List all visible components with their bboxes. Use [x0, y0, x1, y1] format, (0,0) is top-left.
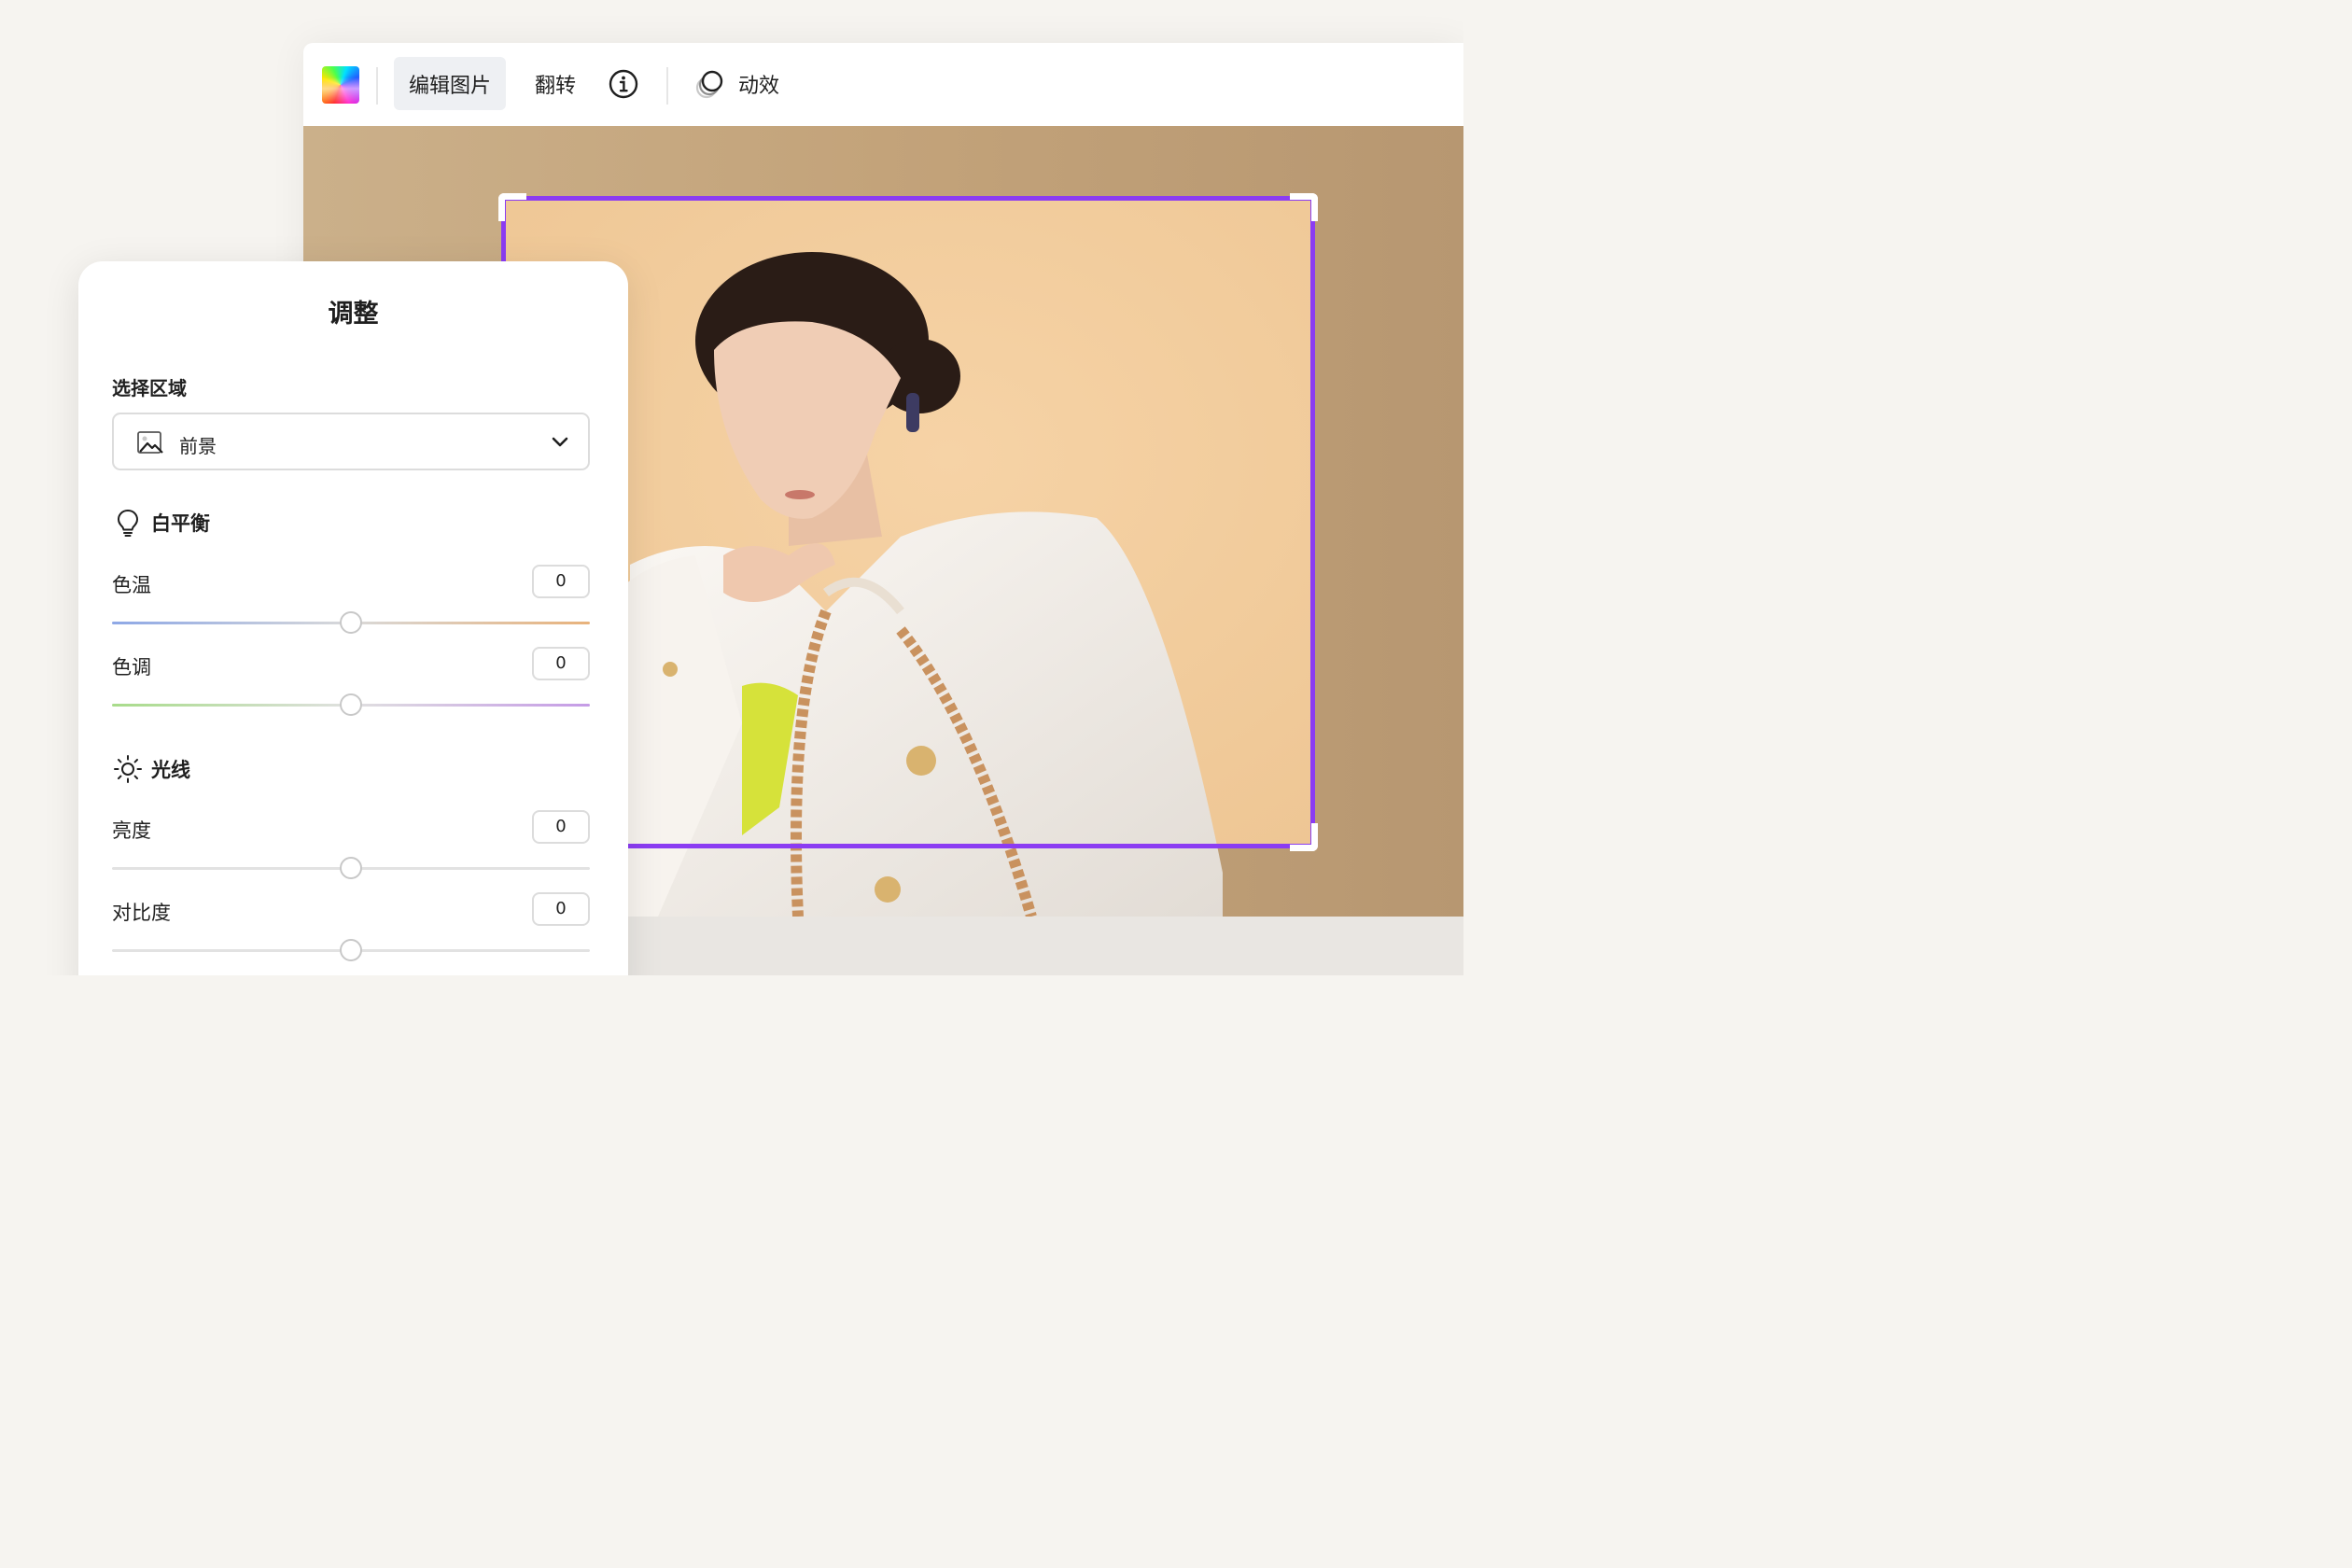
- light-header: 光线: [112, 750, 190, 788]
- color-swatch-icon[interactable]: [322, 66, 359, 104]
- white-balance-header: 白平衡: [112, 504, 210, 541]
- toolbar: 编辑图片 翻转 动效: [303, 43, 1463, 126]
- region-label: 选择区域: [112, 377, 187, 399]
- tint-input[interactable]: 0: [532, 647, 590, 680]
- contrast-label: 对比度: [112, 902, 171, 924]
- sun-icon: [114, 755, 142, 783]
- lightbulb-icon: [117, 509, 139, 537]
- brightness-input[interactable]: 0: [532, 810, 590, 844]
- effects-button[interactable]: 动效: [693, 57, 796, 110]
- edit-image-label: 编辑图片: [408, 74, 491, 98]
- crop-handle-top-right[interactable]: [1290, 193, 1318, 221]
- flip-label: 翻转: [534, 74, 576, 98]
- contrast-slider[interactable]: [112, 939, 590, 961]
- contrast-input[interactable]: 0: [532, 892, 590, 926]
- region-select[interactable]: 前景: [112, 413, 590, 470]
- slider-thumb[interactable]: [340, 939, 362, 961]
- adjust-panel: 调整 选择区域 前景 白平衡 色温 0 色调 0 光线 亮度 0 对比度 0: [78, 261, 628, 975]
- white-balance-title: 白平衡: [151, 512, 210, 535]
- toolbar-divider: [666, 67, 668, 105]
- chevron-down-icon: [552, 437, 568, 447]
- flip-button[interactable]: 翻转: [520, 57, 591, 110]
- slider-thumb[interactable]: [340, 611, 362, 634]
- crop-handle-bottom-right[interactable]: [1290, 823, 1318, 851]
- effects-label: 动效: [738, 74, 780, 98]
- tint-slider[interactable]: [112, 693, 590, 716]
- crop-handle-top-left[interactable]: [498, 193, 526, 221]
- info-button[interactable]: [602, 57, 645, 110]
- info-icon: [609, 69, 638, 98]
- light-title: 光线: [151, 759, 190, 781]
- slider-thumb[interactable]: [340, 857, 362, 879]
- color-temperature-slider[interactable]: [112, 611, 590, 634]
- brightness-slider[interactable]: [112, 857, 590, 879]
- effects-icon: [695, 70, 723, 98]
- region-select-value: 前景: [179, 435, 217, 457]
- color-temperature-input[interactable]: 0: [532, 565, 590, 598]
- tint-label: 色调: [112, 656, 151, 679]
- slider-thumb[interactable]: [340, 693, 362, 716]
- toolbar-divider: [376, 67, 378, 105]
- brightness-label: 亮度: [112, 819, 151, 842]
- panel-title: 调整: [328, 300, 379, 329]
- image-icon: [137, 431, 163, 454]
- app-stage: 编辑图片 翻转 动效 调整 选择区域 前景 白平衡 色温 0 色调 0 光线 亮…: [0, 0, 1463, 975]
- edit-image-button[interactable]: 编辑图片: [394, 57, 506, 110]
- color-temperature-label: 色温: [112, 574, 151, 596]
